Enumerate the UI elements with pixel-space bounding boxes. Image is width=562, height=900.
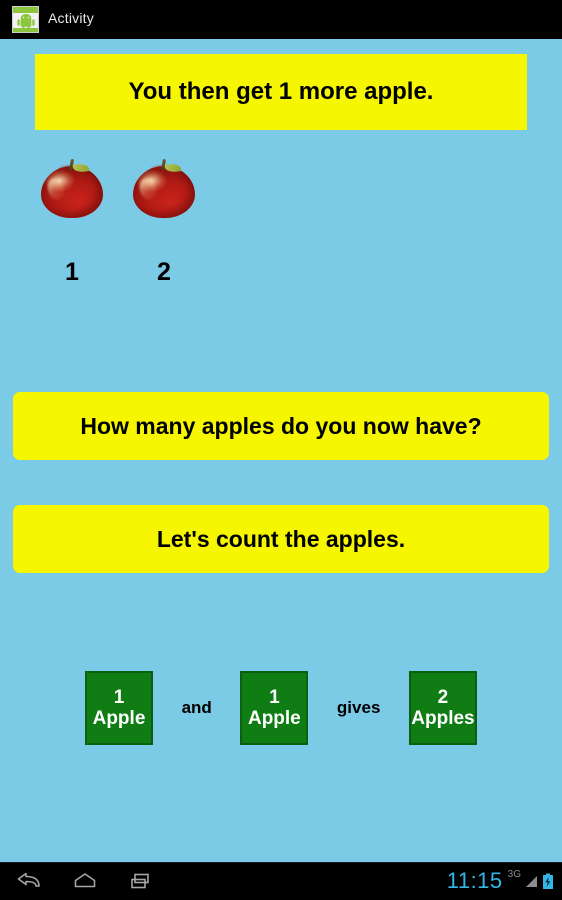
instruction-banner: Let's count the apples. <box>13 505 549 573</box>
title-bar: Activity <box>0 0 562 39</box>
equation-box-word: Apple <box>92 708 146 729</box>
network-type-label: 3G <box>507 869 521 880</box>
equation-box-word: Apple <box>247 708 301 729</box>
apple-item: 1 <box>38 158 106 286</box>
recents-icon <box>131 873 149 889</box>
back-icon <box>17 872 40 887</box>
question-banner: How many apples do you now have? <box>13 392 549 460</box>
status-clock: 11:15 <box>446 868 503 893</box>
equation-box-word: Apples <box>411 708 475 729</box>
status-area: 11:15 3G <box>447 865 554 897</box>
app-icon <box>12 6 39 33</box>
apple-icon <box>132 158 196 218</box>
navbar-divider <box>0 862 562 863</box>
apple-icon <box>40 158 104 218</box>
apple-item: 2 <box>130 158 198 286</box>
apple-count-label: 2 <box>157 258 171 286</box>
home-button[interactable] <box>62 869 108 893</box>
equation-box-first: 1 Apple <box>85 671 153 745</box>
equation-operator-gives: gives <box>336 698 381 717</box>
signal-icon <box>526 875 537 887</box>
recents-button[interactable] <box>118 869 164 893</box>
equation-box-result: 2 Apples <box>408 671 477 745</box>
equation-box-number: 1 <box>269 686 280 708</box>
statement-banner: You then get 1 more apple. <box>35 54 527 130</box>
back-button[interactable] <box>6 869 52 893</box>
apple-count-label: 1 <box>65 258 79 286</box>
equation-row: 1 Apple and 1 Apple gives 2 Apples <box>85 670 477 746</box>
apple-group: 1 2 <box>38 158 238 293</box>
equation-box-second: 1 Apple <box>240 671 309 745</box>
app-screen: Activity You then get 1 more apple. 1 2 <box>0 0 562 900</box>
activity-title: Activity <box>48 10 94 26</box>
equation-operator-and: and <box>181 698 212 717</box>
home-icon <box>74 873 96 888</box>
android-robot-icon <box>17 14 35 30</box>
equation-box-number: 2 <box>437 686 449 708</box>
equation-box-number: 1 <box>113 686 125 708</box>
battery-charging-icon <box>543 873 553 889</box>
system-navigation-bar: 11:15 3G <box>0 862 562 900</box>
